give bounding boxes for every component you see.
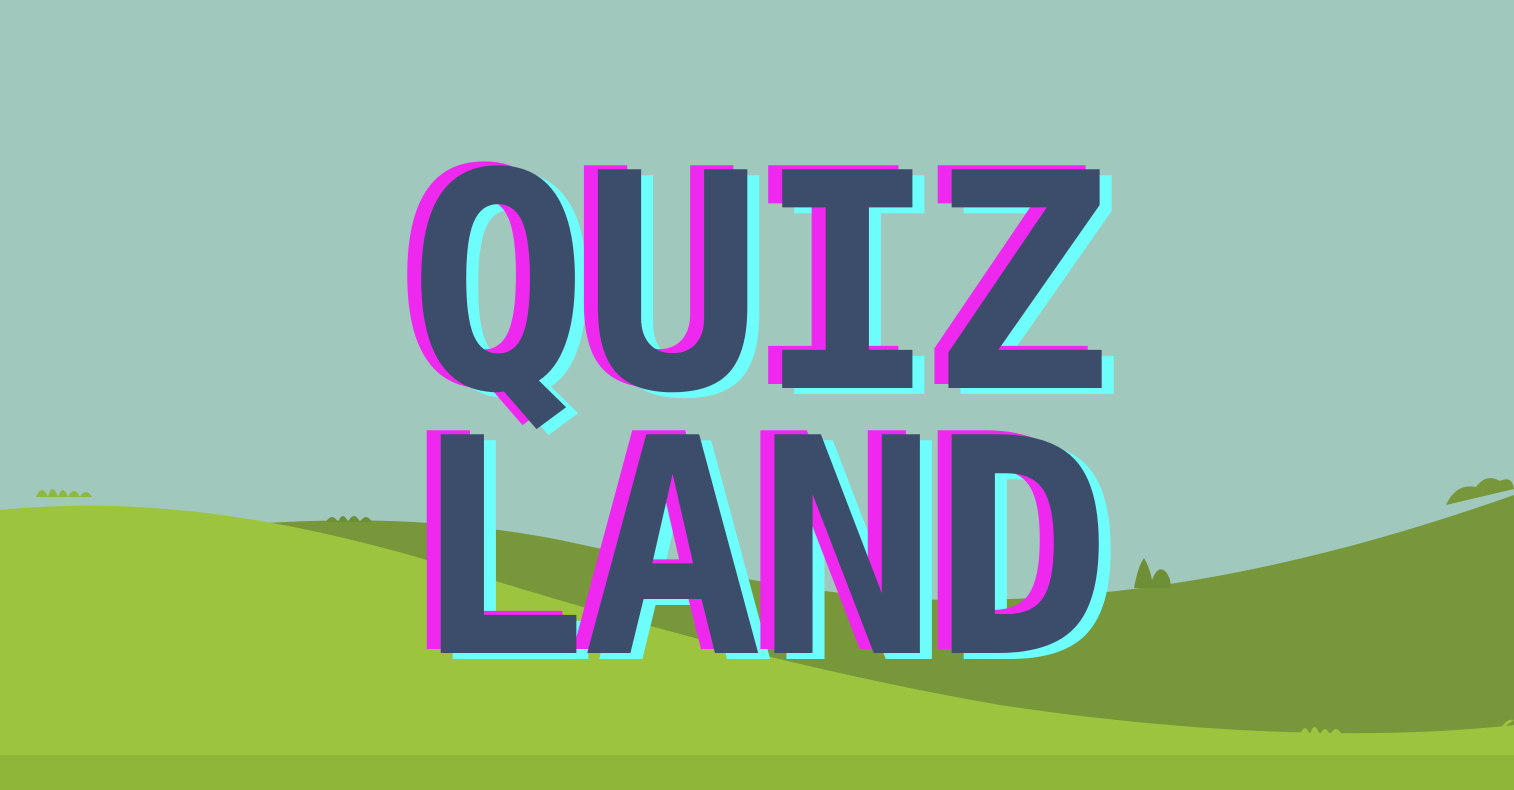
title-line-land: LAND — [407, 375, 1112, 724]
game-title: QUIZ LAND — [0, 0, 1514, 790]
title-screen: QUIZ LAND — [0, 0, 1514, 790]
